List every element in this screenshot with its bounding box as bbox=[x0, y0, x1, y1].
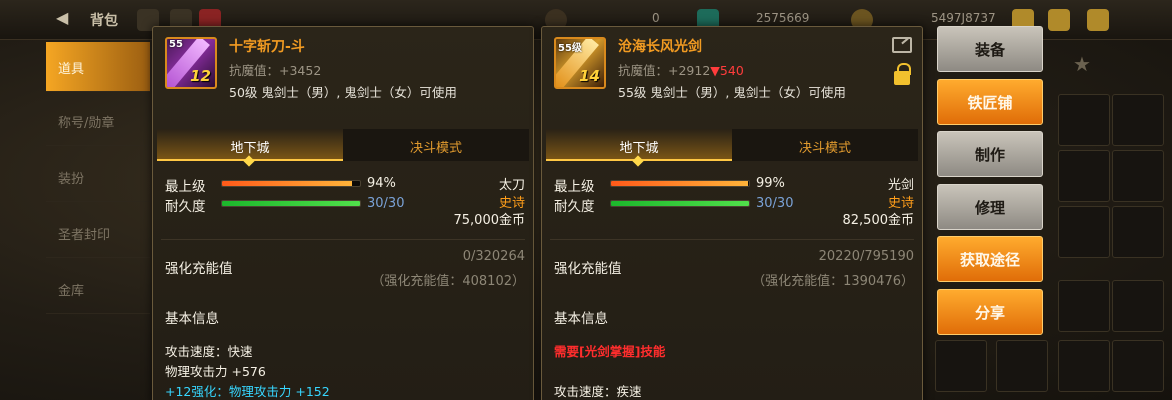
reinforce-label: 强化充能值 bbox=[165, 261, 233, 277]
level-value: 99% bbox=[756, 176, 785, 191]
inventory-slot[interactable] bbox=[1058, 94, 1110, 146]
inventory-slot[interactable] bbox=[1058, 206, 1110, 258]
inventory-slot[interactable] bbox=[1112, 94, 1164, 146]
item-level-badge: 55级 bbox=[558, 43, 582, 54]
item-tooltip-compare: 55级 14 沧海长风光剑 抗魔值：+2912▼540 55级 鬼剑士（男）, … bbox=[541, 26, 923, 400]
tab-pvp[interactable]: 决斗模式 bbox=[343, 129, 529, 161]
item-resist: 抗魔值：+3452 bbox=[229, 63, 322, 78]
basic-info-title: 基本信息 bbox=[554, 311, 608, 327]
item-enhance-badge: 12 bbox=[190, 67, 211, 85]
level-bar bbox=[610, 180, 750, 187]
item-level-badge: 55 bbox=[169, 39, 183, 50]
durability-bar-fill bbox=[222, 201, 360, 206]
share-icon[interactable] bbox=[892, 37, 912, 53]
share-button[interactable]: 分享 bbox=[937, 289, 1043, 335]
attack-speed: 攻击速度：疾速 bbox=[554, 384, 642, 399]
tab-dungeon[interactable]: 地下城 bbox=[546, 129, 732, 161]
nav-item-items[interactable]: 道具 bbox=[46, 42, 150, 92]
divider bbox=[161, 239, 525, 240]
inventory-slot[interactable] bbox=[1058, 280, 1110, 332]
mail-icon[interactable] bbox=[1048, 9, 1070, 31]
resist-diff: ▼540 bbox=[710, 63, 744, 78]
level-bar-fill bbox=[611, 181, 748, 186]
currency-1: 0 bbox=[652, 11, 660, 25]
inventory-slot[interactable] bbox=[1058, 340, 1110, 392]
inventory-slot[interactable] bbox=[996, 340, 1048, 392]
item-tooltip-equipped: 55 12 十字斩刀-斗 抗魔值：+3452 50级 鬼剑士（男）, 鬼剑士（女… bbox=[152, 26, 534, 400]
item-name: 沧海长风光剑 bbox=[618, 39, 702, 55]
level-label: 最上级 bbox=[554, 179, 595, 195]
mode-tabs: 地下城 决斗模式 bbox=[546, 129, 918, 161]
tab-dungeon[interactable]: 地下城 bbox=[157, 129, 343, 161]
physical-attack: 物理攻击力 +576 bbox=[165, 364, 266, 379]
mode-tabs: 地下城 决斗模式 bbox=[157, 129, 529, 161]
item-name: 十字斩刀-斗 bbox=[229, 39, 305, 55]
skill-requirement: 需要[光剑掌握]技能 bbox=[554, 344, 666, 359]
craft-button[interactable]: 制作 bbox=[937, 131, 1043, 177]
inventory-slot[interactable] bbox=[935, 340, 987, 392]
inventory-slot[interactable] bbox=[1112, 150, 1164, 202]
reinforce-value: 20220/795190 bbox=[818, 249, 914, 264]
inventory-slot[interactable] bbox=[1112, 340, 1164, 392]
enhance-bonus: +12强化：物理攻击力 +152 bbox=[165, 384, 330, 399]
inventory-slot[interactable] bbox=[1112, 206, 1164, 258]
weapon-type: 太刀 bbox=[498, 178, 525, 193]
reinforce-value: 0/320264 bbox=[462, 249, 525, 264]
currency-2: 2575669 bbox=[756, 11, 810, 25]
inventory-slot[interactable] bbox=[1112, 280, 1164, 332]
item-price: 82,500金币 bbox=[842, 213, 915, 228]
weapon-type: 光剑 bbox=[887, 178, 914, 193]
level-label: 最上级 bbox=[165, 179, 206, 195]
back-arrow-icon[interactable]: ◀ bbox=[56, 8, 68, 27]
durability-value: 30/30 bbox=[756, 196, 794, 211]
inventory-slot[interactable] bbox=[1058, 150, 1110, 202]
item-icon-lightsword: 55级 14 bbox=[554, 37, 606, 89]
item-price: 75,000金币 bbox=[453, 213, 526, 228]
tab-pvp[interactable]: 决斗模式 bbox=[732, 129, 918, 161]
level-bar-fill bbox=[222, 181, 352, 186]
item-enhance-badge: 14 bbox=[579, 67, 600, 85]
reinforce-total: （强化充能值：1390476） bbox=[752, 274, 914, 289]
reinforce-label: 强化充能值 bbox=[554, 261, 622, 277]
nav-item-avatar[interactable]: 装扮 bbox=[46, 152, 150, 202]
item-requirement: 55级 鬼剑士（男）, 鬼剑士（女）可使用 bbox=[618, 85, 846, 100]
equip-button[interactable]: 装备 bbox=[937, 26, 1043, 72]
durability-label: 耐久度 bbox=[554, 199, 595, 215]
durability-bar bbox=[221, 200, 361, 207]
attack-speed: 攻击速度：快速 bbox=[165, 344, 253, 359]
basic-info-title: 基本信息 bbox=[165, 311, 219, 327]
nav-item-titles[interactable]: 称号/勋章 bbox=[46, 96, 150, 146]
blacksmith-button[interactable]: 铁匠铺 bbox=[937, 79, 1043, 125]
currency-3: 5497J8737 bbox=[931, 11, 996, 25]
lock-icon[interactable] bbox=[894, 63, 911, 85]
chat-icon[interactable] bbox=[1087, 9, 1109, 31]
reinforce-total: （强化充能值：408102） bbox=[371, 274, 525, 289]
level-value: 94% bbox=[367, 176, 396, 191]
inventory-nav: 道具 称号/勋章 装扮 圣者封印 金库 bbox=[46, 40, 150, 400]
durability-label: 耐久度 bbox=[165, 199, 206, 215]
level-bar bbox=[221, 180, 361, 187]
resist-value: 抗魔值：+2912 bbox=[618, 63, 711, 78]
divider bbox=[550, 239, 914, 240]
star-icon[interactable]: ★ bbox=[1073, 52, 1095, 76]
obtain-source-button[interactable]: 获取途径 bbox=[937, 236, 1043, 282]
durability-bar-fill bbox=[611, 201, 749, 206]
nav-item-seal[interactable]: 圣者封印 bbox=[46, 208, 150, 258]
item-resist: 抗魔值：+2912▼540 bbox=[618, 60, 744, 79]
durability-value: 30/30 bbox=[367, 196, 405, 211]
inventory-title: 背包 bbox=[90, 13, 118, 29]
nav-item-vault[interactable]: 金库 bbox=[46, 264, 150, 314]
item-requirement: 50级 鬼剑士（男）, 鬼剑士（女）可使用 bbox=[229, 85, 457, 100]
durability-bar bbox=[610, 200, 750, 207]
item-icon-sword: 55 12 bbox=[165, 37, 217, 89]
repair-button[interactable]: 修理 bbox=[937, 184, 1043, 230]
